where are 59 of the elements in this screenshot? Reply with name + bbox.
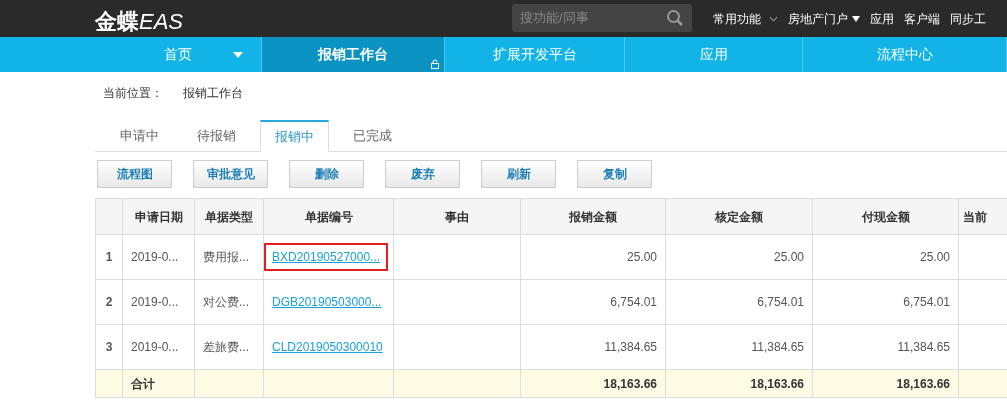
toolbar-button[interactable]: 流程图: [97, 160, 172, 188]
row-number: 1: [95, 234, 123, 280]
menu-link[interactable]: 客户端: [904, 9, 940, 28]
table-cell: 6,754.01: [812, 279, 959, 325]
total-cell: 18,163.66: [665, 369, 813, 398]
table-cell: 6,754.01: [665, 279, 813, 325]
column-header: 核定金额: [665, 198, 813, 235]
column-header: 当前: [958, 198, 1007, 235]
nav-tab[interactable]: 流程中心: [803, 37, 1007, 72]
breadcrumb-label: 当前位置：: [103, 85, 163, 102]
table-cell: 6,754.01: [520, 279, 666, 325]
menu-link[interactable]: 同步工: [950, 9, 986, 28]
table-cell: 费用报...: [194, 234, 264, 280]
row-number: 2: [95, 279, 123, 325]
table-cell: 对公费...: [194, 279, 264, 325]
toolbar-button[interactable]: 刷新: [481, 160, 556, 188]
menu-link[interactable]: 应用: [870, 9, 894, 28]
search-input[interactable]: 搜功能/同事: [512, 8, 657, 28]
column-header: 付现金额: [812, 198, 959, 235]
tab[interactable]: 报销中: [260, 120, 329, 152]
nav-tab[interactable]: 报销工作台: [262, 37, 445, 72]
table-cell: 2019-0...: [122, 279, 195, 325]
row-number: 3: [95, 324, 123, 370]
tab[interactable]: 待报销: [183, 120, 250, 152]
logo-text: 金蝶: [95, 8, 139, 36]
total-cell: 18,163.66: [520, 369, 666, 398]
search-icon[interactable]: [666, 9, 684, 27]
nav-tab[interactable]: 应用: [625, 37, 803, 72]
table-cell: 25.00: [665, 234, 813, 280]
table-cell: 2019-0...: [122, 324, 195, 370]
table-cell: 25.00: [812, 234, 959, 280]
toolbar-button[interactable]: 复制: [577, 160, 652, 188]
lock-icon[interactable]: [431, 59, 439, 69]
toolbar-button[interactable]: 废弃: [385, 160, 460, 188]
menu-link[interactable]: 房地产门户: [788, 9, 860, 28]
column-header: 事由: [393, 198, 521, 235]
toolbar-button[interactable]: 审批意见: [193, 160, 268, 188]
tab[interactable]: 已完成: [339, 120, 406, 152]
breadcrumb-text: 报销工作台: [183, 85, 243, 102]
table-cell: 差旅费...: [194, 324, 264, 370]
menu-link[interactable]: 常用功能: [713, 9, 778, 28]
table-cell: 25.00: [520, 234, 666, 280]
nav-tab[interactable]: 扩展开发平台: [445, 37, 625, 72]
total-cell: 18,163.66: [812, 369, 959, 398]
table-cell: 11,384.65: [665, 324, 813, 370]
total-label: 合计: [122, 369, 195, 398]
table-cell: 2019-0...: [122, 234, 195, 280]
search-field[interactable]: 搜功能/同事: [512, 4, 692, 32]
caret-icon[interactable]: [852, 15, 860, 22]
table-cell: 11,384.65: [812, 324, 959, 370]
tab[interactable]: 申请中: [106, 120, 173, 152]
toolbar-button[interactable]: 删除: [289, 160, 364, 188]
column-header: 单据编号: [263, 198, 394, 235]
column-header: 申请日期: [122, 198, 195, 235]
logo-text: EAS: [139, 8, 184, 36]
chevron-down-icon[interactable]: [769, 15, 778, 22]
column-header: 单据类型: [194, 198, 264, 235]
column-header: 报销金额: [520, 198, 666, 235]
table-cell: 11,384.65: [520, 324, 666, 370]
